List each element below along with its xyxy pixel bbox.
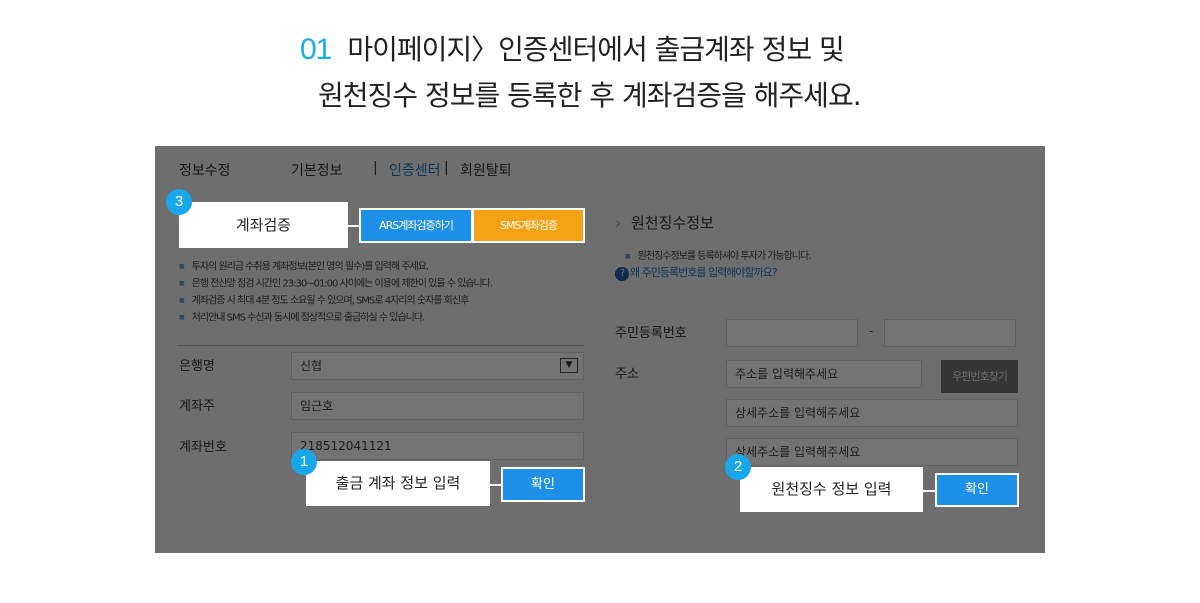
tab-separator: |: [373, 160, 378, 176]
rrn-label: 주민등록번호: [615, 326, 687, 341]
chevron-right-icon: ›: [615, 214, 621, 232]
rrn-dash: -: [869, 324, 874, 338]
account-notes: 투자의 원리금 수취용 계좌정보(본인 명의 필수)를 입력해 주세요. 은행 …: [179, 258, 493, 326]
withholding-section-title-text: 원천징수정보: [631, 214, 714, 232]
page-title: 정보수정: [179, 163, 231, 179]
address-detail-input-2[interactable]: 상세주소를 입력해주세요: [726, 438, 1018, 466]
note-item: 계좌검증 시 최대 4분 정도 소요될 수 있으며, SMS로 4자리의 숫자를…: [179, 292, 492, 309]
heading-line-1-text: 마이페이지〉인증센터에서 출금계좌 정보 및: [347, 33, 844, 66]
step-badge-1: 1: [291, 449, 317, 475]
address-detail-input[interactable]: 상세주소를 입력해주세요: [726, 399, 1018, 427]
account-number-label: 계좌번호: [179, 440, 227, 455]
confirm-withholding-button[interactable]: 확인: [935, 473, 1019, 507]
rrn-back-input[interactable]: [884, 319, 1016, 347]
step-badge-3: 3: [166, 189, 192, 215]
tab-auth-center[interactable]: 인증센터: [389, 160, 441, 180]
account-verification-callout: 계좌검증: [179, 202, 348, 248]
withholding-note: 원천징수정보를 등록하셔야 투자가 가능합니다.: [625, 247, 812, 262]
address-input[interactable]: 주소를 입력해주세요: [726, 360, 922, 388]
step-number: 01: [300, 33, 332, 66]
tab-separator: |: [444, 160, 449, 176]
withholding-callout: 원천징수 정보 입력: [740, 467, 923, 512]
heading-line-2: 원천징수 정보를 등록한 후 계좌검증을 해주세요.: [318, 79, 862, 112]
withdraw-account-callout: 출금 계좌 정보 입력: [306, 461, 490, 506]
address-label: 주소: [615, 367, 639, 382]
heading-line-1: 01 마이페이지〉인증센터에서 출금계좌 정보 및: [300, 28, 845, 68]
ars-verify-button-highlight[interactable]: ARS계좌검증하기: [359, 208, 473, 243]
step-badge-2: 2: [725, 454, 751, 480]
divider: [177, 345, 584, 346]
withholding-section-title: › 원천징수정보: [615, 212, 714, 233]
chevron-down-icon[interactable]: ▼: [560, 358, 578, 373]
bank-select[interactable]: 신협 ▼: [291, 352, 584, 380]
bank-label: 은행명: [179, 359, 215, 374]
note-item: 은행 전산망 점검 시간인 23:30~01:00 사이에는 이용에 제한이 있…: [179, 275, 493, 292]
note-item: 투자의 원리금 수취용 계좌정보(본인 명의 필수)를 입력해 주세요.: [179, 258, 492, 275]
account-holder-label: 계좌주: [179, 399, 215, 414]
rrn-help-link-text[interactable]: 왜 주민등록번호를 입력해야할까요?: [630, 266, 778, 279]
note-item: 처리안내 SMS 수신과 동시에 정상적으로 출금하실 수 있습니다.: [179, 309, 492, 326]
account-holder-field[interactable]: 임근호: [291, 392, 584, 420]
zipcode-search-button[interactable]: 우편번호찾기: [941, 360, 1018, 393]
tab-basic-info[interactable]: 기본정보: [291, 160, 343, 180]
rrn-front-input[interactable]: [726, 319, 858, 347]
help-icon: ?: [615, 267, 629, 281]
tab-withdraw-member[interactable]: 회원탈퇴: [460, 160, 512, 180]
sms-verify-button-highlight[interactable]: SMS계좌검증: [472, 208, 585, 243]
account-number-field[interactable]: 218512041121: [291, 432, 584, 460]
bank-select-value: 신협: [300, 359, 323, 373]
confirm-account-button[interactable]: 확인: [501, 467, 585, 502]
rrn-help-link[interactable]: ? 왜 주민등록번호를 입력해야할까요?: [615, 264, 778, 281]
